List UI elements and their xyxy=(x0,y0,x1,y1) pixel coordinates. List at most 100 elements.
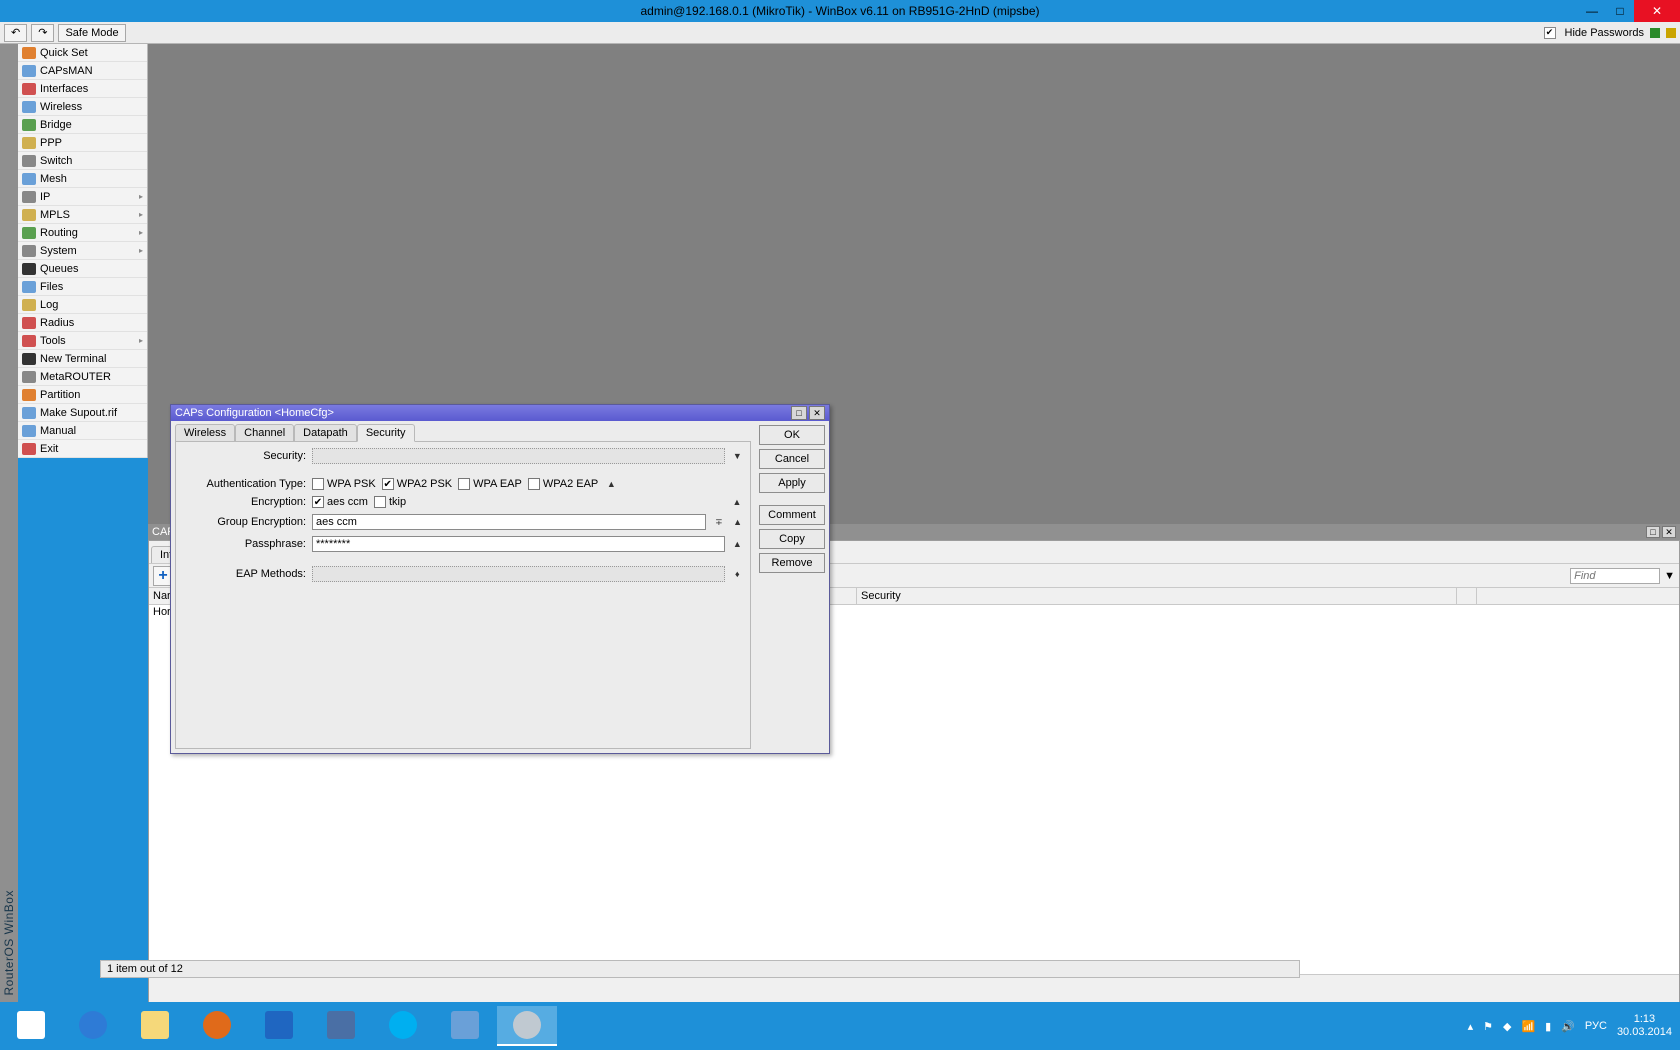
sidebar-item-tools[interactable]: Tools▸ xyxy=(18,332,147,350)
sidebar-item-radius[interactable]: Radius xyxy=(18,314,147,332)
sidebar-item-ip[interactable]: IP ▸ xyxy=(18,188,147,206)
cancel-button[interactable]: Cancel xyxy=(759,449,825,469)
safe-mode-button[interactable]: Safe Mode xyxy=(58,24,125,42)
group-enc-collapse-icon[interactable]: ▲ xyxy=(731,517,744,527)
taskbar-ie[interactable] xyxy=(63,1006,123,1046)
filter-dropdown-icon[interactable]: ▼ xyxy=(1664,570,1675,582)
sidebar-item-wireless[interactable]: Wireless xyxy=(18,98,147,116)
sidebar-item-partition[interactable]: Partition xyxy=(18,386,147,404)
sidebar-item-label: Switch xyxy=(40,155,72,167)
sidebar-item-mesh[interactable]: Mesh xyxy=(18,170,147,188)
security-combo[interactable] xyxy=(312,448,725,464)
sidebar-item-new-terminal[interactable]: New Terminal xyxy=(18,350,147,368)
sidebar-item-manual[interactable]: Manual xyxy=(18,422,147,440)
aes-ccm-checkbox[interactable]: ✔ xyxy=(312,496,324,508)
passphrase-input[interactable] xyxy=(312,536,725,552)
taskbar-firefox[interactable] xyxy=(187,1006,247,1046)
cap-list-window-controls[interactable]: □ ✕ xyxy=(1646,526,1676,538)
taskbar-skype[interactable] xyxy=(373,1006,433,1046)
menu-icon xyxy=(22,407,36,419)
sidebar-item-label: PPP xyxy=(40,137,62,149)
sidebar-item-interfaces[interactable]: Interfaces xyxy=(18,80,147,98)
sidebar-item-queues[interactable]: Queues xyxy=(18,260,147,278)
sidebar-item-capsman[interactable]: CAPsMAN xyxy=(18,62,147,80)
eap-spinner-icon[interactable]: ♦ xyxy=(731,569,744,579)
apply-button[interactable]: Apply xyxy=(759,473,825,493)
dialog-tab-wireless[interactable]: Wireless xyxy=(175,424,235,442)
dialog-tab-security[interactable]: Security xyxy=(357,424,415,442)
hide-passwords-checkbox[interactable]: ✔ xyxy=(1544,27,1556,39)
sidebar-item-switch[interactable]: Switch xyxy=(18,152,147,170)
ok-button[interactable]: OK xyxy=(759,425,825,445)
enc-collapse-icon[interactable]: ▲ xyxy=(730,497,744,507)
tray-clock[interactable]: 1:13 30.03.2014 xyxy=(1617,1013,1672,1039)
dialog-restore-button[interactable]: □ xyxy=(791,406,807,420)
tray-up-icon[interactable]: ▴ xyxy=(1468,1020,1474,1033)
sidebar-item-quick-set[interactable]: Quick Set xyxy=(18,44,147,62)
sidebar-item-log[interactable]: Log xyxy=(18,296,147,314)
sidebar-item-bridge[interactable]: Bridge xyxy=(18,116,147,134)
dialog-form: Security: ▼ Authentication Type: WPA PSK… xyxy=(175,441,751,749)
menu-icon xyxy=(22,335,36,347)
remove-button[interactable]: Remove xyxy=(759,553,825,573)
sidebar-item-system[interactable]: System▸ xyxy=(18,242,147,260)
column-header[interactable] xyxy=(1457,588,1477,604)
tray-dropbox-icon[interactable]: ◆ xyxy=(1503,1020,1511,1033)
aes-ccm-label: aes ccm xyxy=(327,496,368,508)
menu-icon xyxy=(22,245,36,257)
sidebar-item-label: Routing xyxy=(40,227,78,239)
dialog-close-button[interactable]: ✕ xyxy=(809,406,825,420)
sidebar-item-exit[interactable]: Exit xyxy=(18,440,147,458)
system-tray[interactable]: ▴ ⚑ ◆ 📶 ▮ 🔊 РУС 1:13 30.03.2014 xyxy=(1468,1013,1680,1039)
dialog-tab-datapath[interactable]: Datapath xyxy=(294,424,357,442)
sidebar-item-mpls[interactable]: MPLS▸ xyxy=(18,206,147,224)
sidebar-item-make-supout-rif[interactable]: Make Supout.rif xyxy=(18,404,147,422)
tray-battery-icon[interactable]: ▮ xyxy=(1545,1020,1551,1033)
taskbar-app2[interactable] xyxy=(435,1006,495,1046)
tray-network-icon[interactable]: 📶 xyxy=(1521,1020,1535,1033)
undo-button[interactable]: ↶ xyxy=(4,24,27,42)
wpa-eap-checkbox[interactable] xyxy=(458,478,470,490)
sidebar-item-files[interactable]: Files xyxy=(18,278,147,296)
sidebar-item-ppp[interactable]: PPP xyxy=(18,134,147,152)
submenu-arrow-icon: ▸ xyxy=(139,192,143,201)
taskbar-explorer[interactable] xyxy=(125,1006,185,1046)
column-header[interactable]: Security xyxy=(857,588,1457,604)
dialog-tab-channel[interactable]: Channel xyxy=(235,424,294,442)
sidebar-item-label: Manual xyxy=(40,425,76,437)
security-dropdown-icon[interactable]: ▼ xyxy=(731,451,744,461)
menu-icon xyxy=(22,155,36,167)
taskbar-outlook[interactable] xyxy=(249,1006,309,1046)
wpa-eap-label: WPA EAP xyxy=(473,478,522,490)
copy-button[interactable]: Copy xyxy=(759,529,825,549)
group-encryption-select[interactable] xyxy=(312,514,706,530)
wpa2-psk-checkbox[interactable]: ✔ xyxy=(382,478,394,490)
taskbar-winbox[interactable] xyxy=(497,1006,557,1046)
auth-collapse-icon[interactable]: ▲ xyxy=(604,479,618,489)
wpa2-eap-checkbox[interactable] xyxy=(528,478,540,490)
tkip-checkbox[interactable] xyxy=(374,496,386,508)
sidebar-item-label: Partition xyxy=(40,389,80,401)
sidebar-item-routing[interactable]: Routing▸ xyxy=(18,224,147,242)
taskbar-app1[interactable] xyxy=(311,1006,371,1046)
tray-lang[interactable]: РУС xyxy=(1585,1020,1607,1032)
comment-button[interactable]: Comment xyxy=(759,505,825,525)
os-minimize-button[interactable]: — xyxy=(1578,0,1606,22)
sidebar-item-label: IP xyxy=(40,191,50,203)
tray-flag-icon[interactable]: ⚑ xyxy=(1483,1020,1493,1033)
wpa-psk-checkbox[interactable] xyxy=(312,478,324,490)
os-maximize-button[interactable]: □ xyxy=(1606,0,1634,22)
find-input[interactable] xyxy=(1570,568,1660,584)
redo-button[interactable]: ↷ xyxy=(31,24,54,42)
eap-methods-combo[interactable] xyxy=(312,566,725,582)
tray-volume-icon[interactable]: 🔊 xyxy=(1561,1020,1575,1033)
passphrase-label: Passphrase: xyxy=(182,538,312,550)
start-button[interactable] xyxy=(1,1006,61,1046)
sidebar-item-label: System xyxy=(40,245,77,257)
sidebar-item-metarouter[interactable]: MetaROUTER xyxy=(18,368,147,386)
passphrase-collapse-icon[interactable]: ▲ xyxy=(731,539,744,549)
group-enc-dropdown-icon[interactable]: ∓ xyxy=(712,517,725,528)
main-sidebar: Quick SetCAPsMANInterfacesWirelessBridge… xyxy=(18,44,148,458)
dialog-titlebar[interactable]: CAPs Configuration <HomeCfg> □ ✕ xyxy=(171,405,829,421)
os-close-button[interactable]: ✕ xyxy=(1634,0,1680,22)
